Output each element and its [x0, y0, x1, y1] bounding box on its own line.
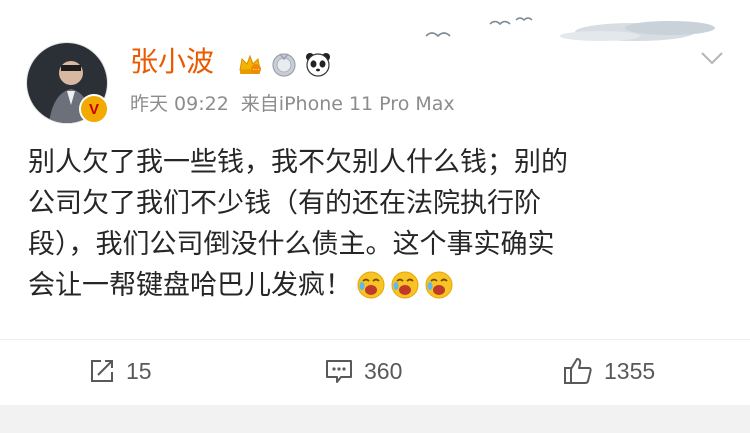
post-meta: 昨天 09:22 来自iPhone 11 Pro Max [130, 90, 455, 118]
thumbs-up-icon [564, 358, 592, 384]
content-line: 会让一帮键盘哈巴儿发疯！ [28, 270, 352, 301]
post-time[interactable]: 昨天 09:22 [130, 93, 229, 115]
repost-count: 15 [126, 357, 152, 384]
medal-badge-icon[interactable] [270, 50, 298, 78]
crown-badge-icon[interactable]: ⋯ [236, 50, 264, 78]
like-count: 1355 [604, 357, 656, 384]
laughing-cry-emoji [424, 270, 454, 300]
svg-text:⋯: ⋯ [253, 67, 260, 74]
content-line: 段），我们公司倒没什么债主。这个事实确实 [28, 229, 555, 260]
header-decoration [425, 17, 715, 41]
repost-button[interactable]: 15 [88, 342, 152, 400]
panda-icon[interactable] [304, 50, 332, 78]
divider [0, 339, 750, 340]
repost-icon [91, 360, 113, 382]
content-line-with-emojis: 会让一帮键盘哈巴儿发疯！ [28, 265, 728, 306]
action-bar: 15 360 1355 [0, 342, 750, 400]
like-button[interactable]: 1355 [562, 342, 655, 400]
user-badges: ⋯ [236, 48, 332, 80]
feed-separator [0, 405, 750, 433]
laughing-cry-emoji [390, 270, 420, 300]
weibo-post-card: V 张小波 ⋯ 昨天 09:22 来自iPhone 11 Pro Max 别人欠… [0, 0, 750, 433]
chevron-down-icon[interactable] [700, 50, 724, 66]
comment-count: 360 [364, 357, 403, 384]
username[interactable]: 张小波 [130, 42, 214, 82]
post-source: 来自iPhone 11 Pro Max [240, 93, 455, 115]
post-content: 别人欠了我一些钱，我不欠别人什么钱；别的 公司欠了我们不少钱（有的还在法院执行阶… [28, 142, 728, 306]
content-line: 别人欠了我一些钱，我不欠别人什么钱；别的 [28, 147, 568, 178]
comment-button[interactable]: 360 [324, 342, 402, 400]
verified-badge-icon: V [79, 94, 109, 124]
comment-icon [326, 360, 352, 383]
content-line: 公司欠了我们不少钱（有的还在法院执行阶 [28, 188, 541, 219]
laughing-cry-emoji [356, 270, 386, 300]
